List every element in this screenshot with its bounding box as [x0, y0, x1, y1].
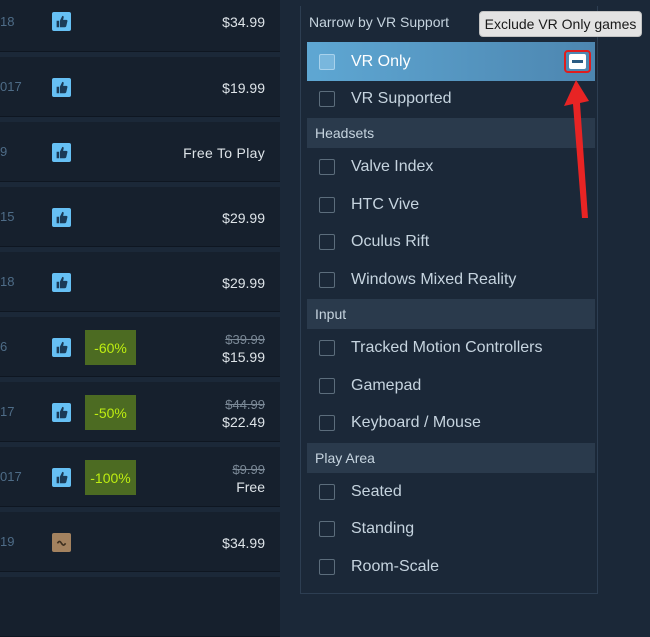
result-row[interactable]: [0, 577, 280, 637]
original-price: $9.99: [232, 462, 265, 477]
filter-option-standing[interactable]: Standing: [307, 511, 595, 547]
discount-badge: -100%: [85, 460, 136, 495]
original-price: $44.99: [225, 397, 265, 412]
discount-badge: -50%: [85, 395, 136, 430]
filter-option-room-scale[interactable]: Room-Scale: [307, 549, 595, 585]
result-row[interactable]: 9 Free To Play: [0, 122, 280, 182]
thumbs-up-icon: [52, 78, 71, 97]
checkbox[interactable]: [319, 272, 335, 288]
price: $29.99: [222, 275, 265, 291]
price: $29.99: [222, 210, 265, 226]
section-header-headsets: Headsets: [307, 118, 595, 148]
original-price: $39.99: [225, 332, 265, 347]
final-price: $15.99: [222, 349, 265, 365]
filter-option-keyboard-mouse[interactable]: Keyboard / Mouse: [307, 405, 595, 441]
option-label: HTC Vive: [351, 196, 420, 213]
checkbox[interactable]: [319, 53, 335, 70]
checkbox[interactable]: [319, 234, 335, 250]
filter-option-oculus-rift[interactable]: Oculus Rift: [307, 224, 595, 260]
filter-option-htc-vive[interactable]: HTC Vive: [307, 187, 595, 223]
release-date: 17: [0, 404, 15, 419]
result-row[interactable]: 19 $34.99: [0, 512, 280, 572]
checkbox[interactable]: [319, 559, 335, 575]
price-block: $9.99 Free: [232, 462, 265, 495]
discount-badge: -60%: [85, 330, 136, 365]
option-label: Gamepad: [351, 377, 422, 394]
final-price: $22.49: [222, 414, 265, 430]
filter-option-vr-supported[interactable]: VR Supported: [307, 81, 595, 117]
tooltip: Exclude VR Only games: [479, 11, 642, 37]
checkbox[interactable]: [319, 484, 335, 500]
option-label: Tracked Motion Controllers: [351, 339, 543, 356]
result-row[interactable]: 15 $29.99: [0, 187, 280, 247]
option-label: VR Only: [351, 52, 411, 70]
option-label: Windows Mixed Reality: [351, 271, 517, 288]
option-label: VR Supported: [351, 90, 452, 107]
checkbox[interactable]: [319, 378, 335, 394]
exclude-button[interactable]: [564, 50, 591, 73]
option-label: Room-Scale: [351, 558, 440, 575]
filter-option-valve-index[interactable]: Valve Index: [307, 149, 595, 185]
section-header-input: Input: [307, 299, 595, 329]
result-row[interactable]: 017 $19.99: [0, 57, 280, 117]
thumbs-up-icon: [52, 273, 71, 292]
release-date: 18: [0, 14, 15, 29]
price: $34.99: [222, 14, 265, 30]
release-date: 15: [0, 209, 15, 224]
vr-support-filter-panel: Narrow by VR Support VR Only VR Supporte…: [300, 6, 598, 594]
filter-option-tracked-motion-controllers[interactable]: Tracked Motion Controllers: [307, 330, 595, 366]
result-row[interactable]: 18 $29.99: [0, 252, 280, 312]
option-label: Keyboard / Mouse: [351, 414, 481, 431]
thumbs-up-icon: [52, 338, 71, 357]
filter-option-seated[interactable]: Seated: [307, 474, 595, 510]
search-results-list: 18 $34.99 017 $19.99 9 Free To Play 15 $…: [0, 0, 280, 637]
price-block: $44.99 $22.49: [222, 397, 265, 430]
result-row[interactable]: 017 -100% $9.99 Free: [0, 447, 280, 507]
mixed-review-icon: [52, 533, 71, 552]
thumbs-up-icon: [52, 12, 71, 31]
thumbs-up-icon: [52, 143, 71, 162]
thumbs-up-icon: [52, 403, 71, 422]
release-date: 017: [0, 79, 22, 94]
option-label: Standing: [351, 520, 415, 537]
price: Free To Play: [183, 145, 265, 161]
section-header-play-area: Play Area: [307, 443, 595, 473]
filter-option-windows-mixed-reality[interactable]: Windows Mixed Reality: [307, 262, 595, 298]
checkbox[interactable]: [319, 91, 335, 107]
result-row[interactable]: 18 $34.99: [0, 0, 280, 52]
checkbox[interactable]: [319, 197, 335, 213]
checkbox[interactable]: [319, 415, 335, 431]
option-label: Seated: [351, 483, 402, 500]
release-date: 017: [0, 469, 22, 484]
thumbs-up-icon: [52, 468, 71, 487]
checkbox[interactable]: [319, 159, 335, 175]
release-date: 18: [0, 274, 15, 289]
option-label: Oculus Rift: [351, 233, 430, 250]
price-block: $39.99 $15.99: [222, 332, 265, 365]
checkbox[interactable]: [319, 521, 335, 537]
release-date: 9: [0, 144, 8, 159]
result-row[interactable]: 17 -50% $44.99 $22.49: [0, 382, 280, 442]
thumbs-up-icon: [52, 208, 71, 227]
checkbox[interactable]: [319, 340, 335, 356]
final-price: Free: [236, 479, 265, 495]
filter-option-vr-only[interactable]: VR Only: [307, 42, 595, 81]
release-date: 6: [0, 339, 8, 354]
red-arrow-icon: [564, 80, 589, 218]
minus-icon: [569, 54, 586, 69]
price: $34.99: [222, 535, 265, 551]
option-label: Valve Index: [351, 158, 434, 175]
release-date: 19: [0, 534, 15, 549]
result-row[interactable]: 6 -60% $39.99 $15.99: [0, 317, 280, 377]
price: $19.99: [222, 80, 265, 96]
filter-option-gamepad[interactable]: Gamepad: [307, 368, 595, 404]
